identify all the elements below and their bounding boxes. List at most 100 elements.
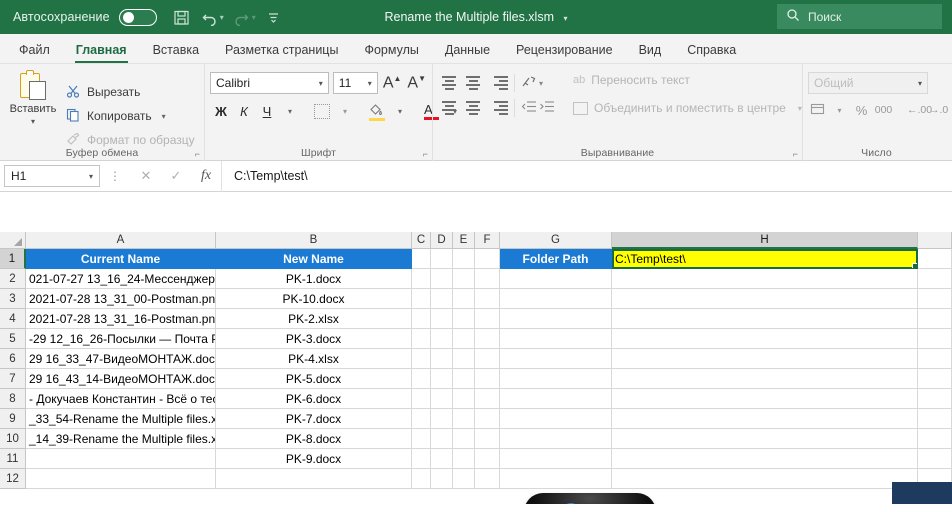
cell-b5[interactable]: PK-3.docx bbox=[216, 329, 412, 349]
tab-insert[interactable]: Вставка bbox=[140, 40, 212, 63]
cell-b3[interactable]: PK-10.docx bbox=[216, 289, 412, 309]
orientation-chevron-down-icon[interactable]: ▾ bbox=[539, 79, 543, 88]
cell-c5[interactable] bbox=[412, 329, 431, 349]
cell-tail-3[interactable] bbox=[918, 289, 952, 309]
cell-c10[interactable] bbox=[412, 429, 431, 449]
tab-data[interactable]: Данные bbox=[432, 40, 503, 63]
cell-h12[interactable] bbox=[612, 469, 918, 489]
cell-e2[interactable] bbox=[453, 269, 475, 289]
row-header-6[interactable]: 6 bbox=[0, 349, 26, 369]
autosave-control[interactable]: Автосохранение bbox=[0, 8, 157, 26]
cell-e3[interactable] bbox=[453, 289, 475, 309]
cell-f1[interactable] bbox=[475, 249, 500, 269]
cell-d4[interactable] bbox=[431, 309, 453, 329]
column-header-a[interactable]: A bbox=[26, 232, 216, 249]
cell-b11[interactable]: PK-9.docx bbox=[216, 449, 412, 469]
cell-a2[interactable]: 021-07-27 13_16_24-Мессенджер.p bbox=[26, 269, 216, 289]
tab-formulas[interactable]: Формулы bbox=[351, 40, 431, 63]
cell-tail-1[interactable] bbox=[918, 249, 952, 269]
cell-d2[interactable] bbox=[431, 269, 453, 289]
cell-tail-10[interactable] bbox=[918, 429, 952, 449]
alignment-dialog-launcher-icon[interactable]: ⌐ bbox=[793, 149, 798, 159]
align-center-button[interactable] bbox=[462, 98, 484, 118]
column-header-g[interactable]: G bbox=[500, 232, 612, 249]
cell-h8[interactable] bbox=[612, 389, 918, 409]
cell-d5[interactable] bbox=[431, 329, 453, 349]
insert-function-icon[interactable]: fx bbox=[191, 168, 221, 184]
italic-button[interactable]: К bbox=[233, 100, 255, 122]
row-header-1[interactable]: 1 bbox=[0, 249, 26, 269]
cell-f4[interactable] bbox=[475, 309, 500, 329]
currency-chevron-down-icon[interactable]: ▾ bbox=[830, 106, 849, 115]
percent-format-button[interactable]: % bbox=[852, 103, 871, 118]
tab-home[interactable]: Главная bbox=[63, 40, 140, 63]
cell-a1[interactable]: Current Name bbox=[26, 249, 216, 269]
cell-c7[interactable] bbox=[412, 369, 431, 389]
cell-b4[interactable]: PK-2.xlsx bbox=[216, 309, 412, 329]
row-header-3[interactable]: 3 bbox=[0, 289, 26, 309]
cell-tail-11[interactable] bbox=[918, 449, 952, 469]
paste-chevron-down-icon[interactable]: ▾ bbox=[31, 117, 35, 126]
column-header-h[interactable]: H bbox=[612, 232, 918, 249]
cell-g11[interactable] bbox=[500, 449, 612, 469]
cell-b8[interactable]: PK-6.docx bbox=[216, 389, 412, 409]
cell-tail-8[interactable] bbox=[918, 389, 952, 409]
clipboard-dialog-launcher-icon[interactable]: ⌐ bbox=[195, 149, 200, 159]
cell-g4[interactable] bbox=[500, 309, 612, 329]
row-header-12[interactable]: 12 bbox=[0, 469, 26, 489]
cell-e11[interactable] bbox=[453, 449, 475, 469]
cell-c8[interactable] bbox=[412, 389, 431, 409]
cancel-icon[interactable]: ✕ bbox=[131, 168, 161, 184]
cell-d7[interactable] bbox=[431, 369, 453, 389]
cell-tail-6[interactable] bbox=[918, 349, 952, 369]
fill-color-button[interactable] bbox=[366, 100, 388, 122]
cell-a7[interactable]: 29 16_43_14-ВидеоМОНТАЖ.docx - bbox=[26, 369, 216, 389]
cell-h4[interactable] bbox=[612, 309, 918, 329]
cell-e8[interactable] bbox=[453, 389, 475, 409]
cell-g2[interactable] bbox=[500, 269, 612, 289]
cell-d3[interactable] bbox=[431, 289, 453, 309]
cell-c9[interactable] bbox=[412, 409, 431, 429]
tab-review[interactable]: Рецензирование bbox=[503, 40, 626, 63]
cut-button[interactable]: Вырезать bbox=[61, 82, 199, 103]
cell-a9[interactable]: _33_54-Rename the Multiple files.x bbox=[26, 409, 216, 429]
cell-f9[interactable] bbox=[475, 409, 500, 429]
formula-input[interactable]: C:\Temp\test\ bbox=[221, 160, 952, 192]
column-header-b[interactable]: B bbox=[216, 232, 412, 249]
cell-e5[interactable] bbox=[453, 329, 475, 349]
font-dialog-launcher-icon[interactable]: ⌐ bbox=[423, 149, 428, 159]
undo-dropdown-chevron-down-icon[interactable]: ▾ bbox=[220, 13, 224, 22]
cell-tail-7[interactable] bbox=[918, 369, 952, 389]
cell-a10[interactable]: _14_39-Rename the Multiple files.x bbox=[26, 429, 216, 449]
row-header-7[interactable]: 7 bbox=[0, 369, 26, 389]
select-all-corner[interactable] bbox=[0, 232, 26, 249]
increase-decimal-button[interactable]: ←.00 bbox=[907, 104, 932, 116]
cell-e4[interactable] bbox=[453, 309, 475, 329]
cell-h11[interactable] bbox=[612, 449, 918, 469]
underline-button[interactable]: Ч bbox=[256, 100, 278, 122]
cell-a4[interactable]: 2021-07-28 13_31_16-Postman.png bbox=[26, 309, 216, 329]
cell-e7[interactable] bbox=[453, 369, 475, 389]
cell-c12[interactable] bbox=[412, 469, 431, 489]
orientation-button[interactable] bbox=[521, 74, 537, 93]
copy-button[interactable]: Копировать ▾ bbox=[61, 106, 199, 127]
cell-tail-2[interactable] bbox=[918, 269, 952, 289]
wrap-text-button[interactable]: ab Переносить текст bbox=[573, 73, 690, 87]
align-bottom-button[interactable] bbox=[486, 73, 508, 93]
cell-f11[interactable] bbox=[475, 449, 500, 469]
column-header-d[interactable]: D bbox=[431, 232, 453, 249]
cell-f12[interactable] bbox=[475, 469, 500, 489]
cell-g12[interactable] bbox=[500, 469, 612, 489]
decrease-decimal-button[interactable]: →.0 bbox=[929, 104, 948, 116]
row-header-10[interactable]: 10 bbox=[0, 429, 26, 449]
cell-f8[interactable] bbox=[475, 389, 500, 409]
cell-g5[interactable] bbox=[500, 329, 612, 349]
cell-e1[interactable] bbox=[453, 249, 475, 269]
row-header-9[interactable]: 9 bbox=[0, 409, 26, 429]
align-middle-button[interactable] bbox=[462, 73, 484, 93]
cell-b6[interactable]: PK-4.xlsx bbox=[216, 349, 412, 369]
decrease-indent-button[interactable] bbox=[521, 99, 537, 117]
font-size-select[interactable]: 11 ▾ bbox=[332, 72, 378, 94]
cell-f3[interactable] bbox=[475, 289, 500, 309]
fill-color-chevron-down-icon[interactable]: ▾ bbox=[389, 100, 411, 122]
